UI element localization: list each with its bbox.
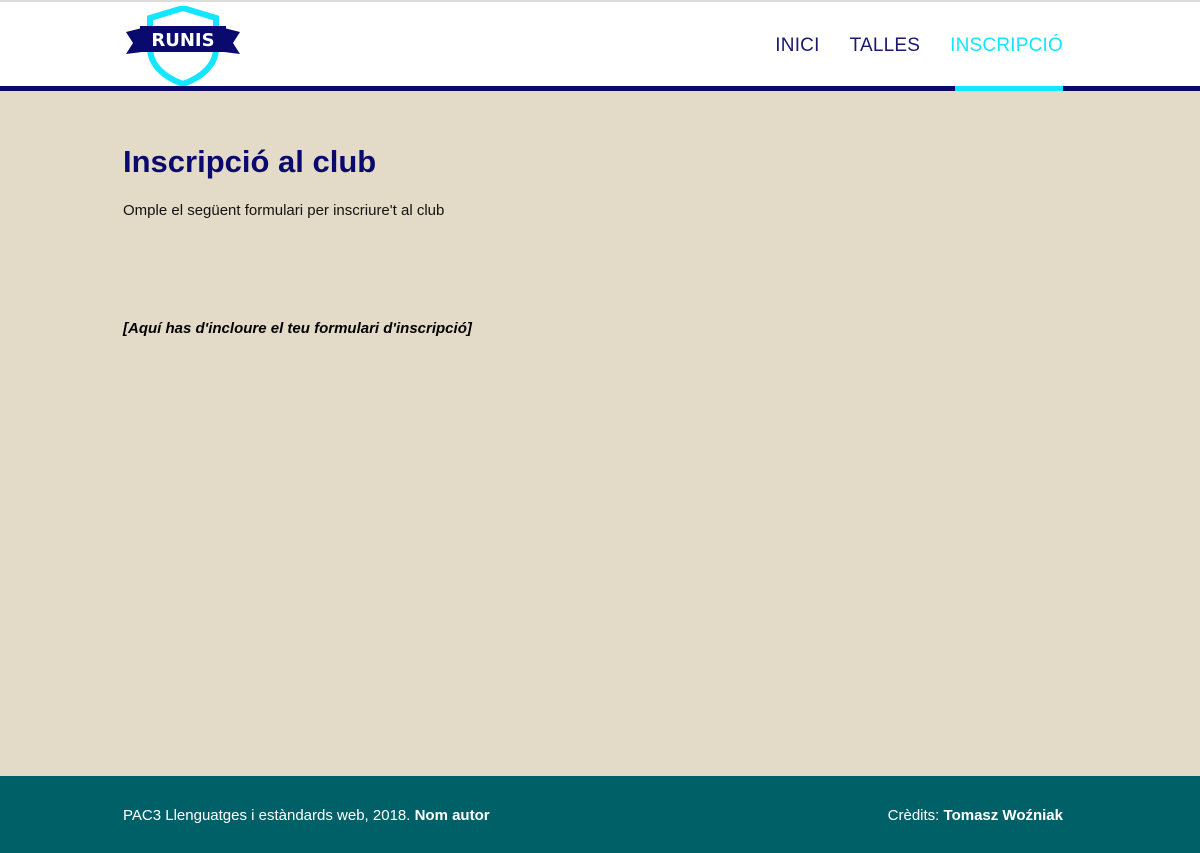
active-nav-indicator xyxy=(955,86,1063,91)
main-nav: INICI TALLES INSCRIPCIÓ xyxy=(745,35,1063,57)
site-logo[interactable]: RUNIS xyxy=(124,4,242,88)
footer-credits-left: PAC3 Llenguatges i estàndards web, 2018.… xyxy=(123,807,490,824)
footer-credits-right: Crèdits: Tomasz Woźniak xyxy=(888,807,1063,824)
nav-link-inscripcio[interactable]: INSCRIPCIÓ xyxy=(950,35,1063,57)
footer-credits-label: Crèdits: xyxy=(887,807,940,824)
footer-credits-author: Tomasz Woźniak xyxy=(943,807,1063,824)
footer-course-text: PAC3 Llenguatges i estàndards web, 2018. xyxy=(123,807,411,824)
footer-author-name: Nom autor xyxy=(414,807,490,824)
site-header: RUNIS INICI TALLES INSCRIPCIÓ xyxy=(0,2,1200,88)
intro-text: Omple el següent formulari per inscriure… xyxy=(123,202,445,219)
nav-link-talles[interactable]: TALLES xyxy=(850,35,921,57)
site-footer: PAC3 Llenguatges i estàndards web, 2018.… xyxy=(0,776,1200,853)
shield-logo-icon: RUNIS xyxy=(126,4,240,88)
form-placeholder-text: [Aquí has d'incloure el teu formulari d'… xyxy=(123,320,472,337)
nav-link-inici[interactable]: INICI xyxy=(775,35,819,57)
logo-text: RUNIS xyxy=(151,30,214,51)
page-title: Inscripció al club xyxy=(123,144,377,179)
